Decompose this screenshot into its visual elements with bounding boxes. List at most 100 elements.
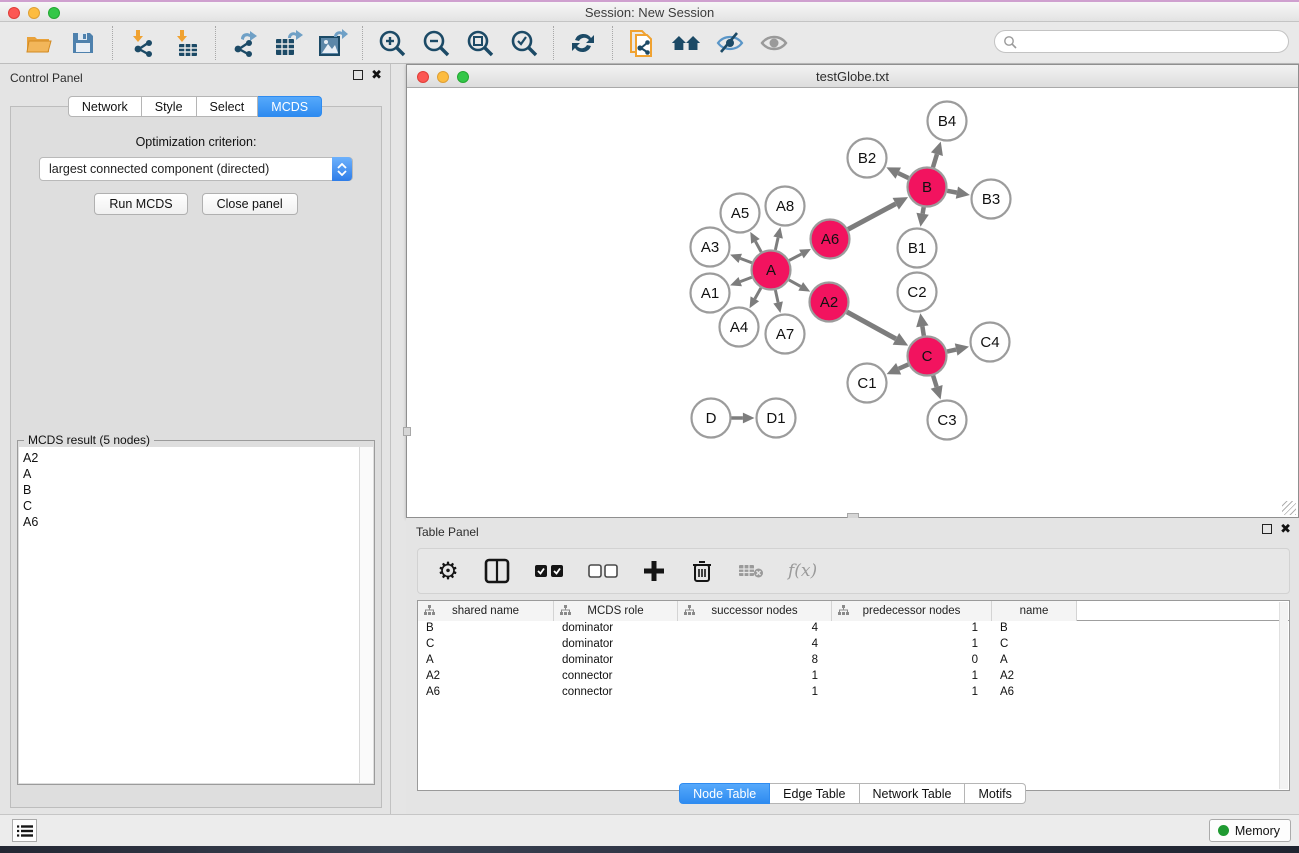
- window-resize-grip-corner[interactable]: [1282, 501, 1296, 515]
- zoom-selected-icon[interactable]: [509, 28, 539, 58]
- graph-edge-A-A6[interactable]: [789, 254, 801, 260]
- memory-button[interactable]: Memory: [1209, 819, 1291, 842]
- result-item-b[interactable]: B: [23, 482, 359, 498]
- graph-edge-C-C3[interactable]: [933, 376, 937, 387]
- float-table-panel-icon[interactable]: [1262, 524, 1272, 534]
- float-panel-icon[interactable]: [353, 70, 363, 80]
- cell-MCDS-role[interactable]: connector: [554, 685, 678, 701]
- delete-column-icon[interactable]: [690, 557, 714, 585]
- result-item-a6[interactable]: A6: [23, 514, 359, 530]
- graph-edge-A-A2[interactable]: [789, 280, 801, 286]
- cell-successor-nodes[interactable]: 4: [678, 637, 832, 653]
- cell-name[interactable]: A6: [992, 685, 1077, 701]
- cell-shared-name[interactable]: C: [418, 637, 554, 653]
- save-session-icon[interactable]: [68, 28, 98, 58]
- graph-edge-C-C2[interactable]: [922, 326, 923, 335]
- zoom-out-icon[interactable]: [421, 28, 451, 58]
- cell-MCDS-role[interactable]: dominator: [554, 637, 678, 653]
- tab-motifs[interactable]: Motifs: [965, 783, 1025, 804]
- tab-select[interactable]: Select: [197, 96, 259, 117]
- graph-edge-A-A4[interactable]: [755, 288, 761, 299]
- column-header-successor-nodes[interactable]: successor nodes: [678, 601, 832, 621]
- cell-name[interactable]: A2: [992, 669, 1077, 685]
- show-graphics-details-icon[interactable]: [759, 28, 789, 58]
- export-table-icon[interactable]: [274, 28, 304, 58]
- cell-shared-name[interactable]: B: [418, 621, 554, 637]
- graph-edge-A6-B[interactable]: [848, 204, 896, 230]
- open-session-icon[interactable]: [24, 28, 54, 58]
- table-settings-gear-icon[interactable]: ⚙: [436, 557, 460, 585]
- zoom-in-icon[interactable]: [377, 28, 407, 58]
- result-item-a[interactable]: A: [23, 466, 359, 482]
- column-header-name[interactable]: name: [992, 601, 1077, 621]
- tab-network[interactable]: Network: [68, 96, 142, 117]
- graph-edge-B-B4[interactable]: [933, 154, 937, 167]
- close-panel-icon[interactable]: ✖: [371, 70, 382, 80]
- cell-successor-nodes[interactable]: 4: [678, 621, 832, 637]
- column-header-predecessor-nodes[interactable]: predecessor nodes: [832, 601, 992, 621]
- graph-edge-B-B3[interactable]: [947, 191, 957, 193]
- result-scrollbar[interactable]: [359, 447, 373, 783]
- table-row-A[interactable]: Adominator80A: [418, 653, 1289, 669]
- criterion-dropdown[interactable]: largest connected component (directed): [39, 157, 353, 181]
- tab-network-table[interactable]: Network Table: [860, 783, 966, 804]
- graph-edge-A-A1[interactable]: [740, 277, 752, 281]
- window-resize-grip-left[interactable]: [403, 427, 411, 436]
- graph-edge-A-A5[interactable]: [755, 241, 761, 252]
- show-panels-list-button[interactable]: [12, 819, 37, 842]
- network-window-titlebar[interactable]: testGlobe.txt: [407, 65, 1298, 88]
- cell-successor-nodes[interactable]: 1: [678, 669, 832, 685]
- cell-MCDS-role[interactable]: connector: [554, 669, 678, 685]
- show-all-columns-icon[interactable]: [534, 557, 564, 585]
- zoom-fit-icon[interactable]: [465, 28, 495, 58]
- cell-successor-nodes[interactable]: 1: [678, 685, 832, 701]
- close-table-panel-icon[interactable]: ✖: [1280, 524, 1291, 534]
- result-item-a2[interactable]: A2: [23, 450, 359, 466]
- hide-graphics-details-icon[interactable]: [715, 28, 745, 58]
- split-panel-icon[interactable]: [484, 557, 510, 585]
- close-panel-button[interactable]: Close panel: [202, 193, 298, 215]
- network-graph[interactable]: B4B2BB3A8A5A6A3B1AA1C2A2A4A7C4CC1C3DD1: [407, 88, 1298, 517]
- refresh-icon[interactable]: [568, 28, 598, 58]
- mcds-result-list[interactable]: A2ABCA6: [19, 447, 359, 783]
- cell-successor-nodes[interactable]: 8: [678, 653, 832, 669]
- graph-edge-B-B1[interactable]: [923, 207, 924, 214]
- graph-edge-A-A8[interactable]: [775, 238, 778, 250]
- run-mcds-button[interactable]: Run MCDS: [94, 193, 187, 215]
- column-header-shared-name[interactable]: shared name: [418, 601, 554, 621]
- tab-mcds[interactable]: MCDS: [258, 96, 322, 117]
- table-row-A2[interactable]: A2connector11A2: [418, 669, 1289, 685]
- graph-edge-A-A7[interactable]: [775, 290, 778, 302]
- cell-name[interactable]: A: [992, 653, 1077, 669]
- search-field[interactable]: [994, 30, 1289, 53]
- cell-shared-name[interactable]: A6: [418, 685, 554, 701]
- cell-predecessor-nodes[interactable]: 1: [832, 685, 992, 701]
- function-builder-icon[interactable]: f(x): [788, 557, 817, 585]
- cell-predecessor-nodes[interactable]: 1: [832, 637, 992, 653]
- export-network-icon[interactable]: [230, 28, 260, 58]
- network-from-file-icon[interactable]: [627, 28, 657, 58]
- cell-predecessor-nodes[interactable]: 1: [832, 669, 992, 685]
- home-icon[interactable]: [671, 28, 701, 58]
- delete-table-icon[interactable]: [738, 557, 764, 585]
- graph-edge-C-C4[interactable]: [947, 350, 956, 352]
- graph-edge-A-A3[interactable]: [740, 258, 752, 262]
- tab-style[interactable]: Style: [142, 96, 197, 117]
- graph-edge-C-C1[interactable]: [899, 364, 909, 368]
- table-row-C[interactable]: Cdominator41C: [418, 637, 1289, 653]
- result-item-c[interactable]: C: [23, 498, 359, 514]
- tab-node-table[interactable]: Node Table: [679, 783, 770, 804]
- table-scrollbar[interactable]: [1279, 602, 1288, 789]
- column-header-MCDS-role[interactable]: MCDS role: [554, 601, 678, 621]
- create-column-icon[interactable]: [642, 557, 666, 585]
- table-row-A6[interactable]: A6connector11A6: [418, 685, 1289, 701]
- table-row-B[interactable]: Bdominator41B: [418, 621, 1289, 637]
- cell-predecessor-nodes[interactable]: 0: [832, 653, 992, 669]
- node-table[interactable]: shared nameMCDS rolesuccessor nodesprede…: [417, 600, 1290, 791]
- cell-shared-name[interactable]: A2: [418, 669, 554, 685]
- cell-shared-name[interactable]: A: [418, 653, 554, 669]
- tab-edge-table[interactable]: Edge Table: [770, 783, 859, 804]
- cell-MCDS-role[interactable]: dominator: [554, 621, 678, 637]
- hide-all-columns-icon[interactable]: [588, 557, 618, 585]
- graph-edge-B-B2[interactable]: [898, 173, 908, 178]
